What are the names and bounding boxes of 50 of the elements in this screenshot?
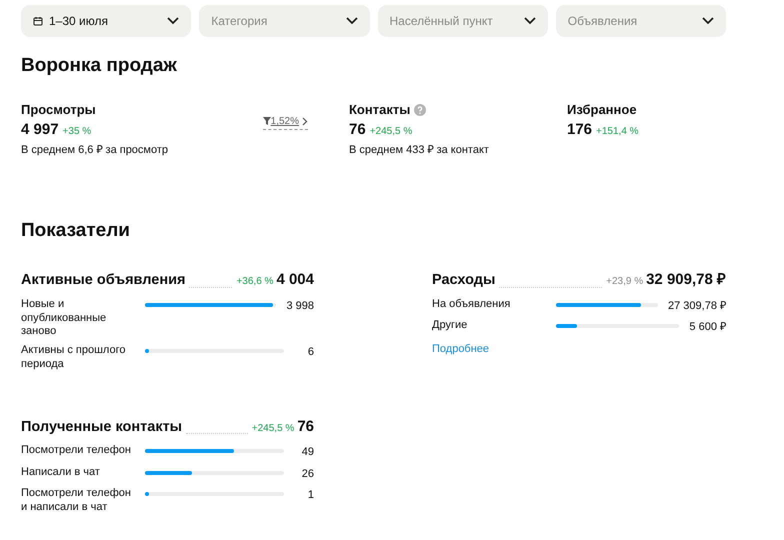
metric-label: Избранное (567, 100, 637, 119)
row-value: 1 (306, 488, 314, 504)
group-total: 32 909,78 ₽ (646, 270, 726, 290)
row-value: 5 600 ₽ (689, 320, 726, 336)
metric-value: 176 (567, 120, 592, 140)
row-value: 3 998 (286, 298, 314, 314)
row-value: 26 (300, 466, 314, 482)
filter-dropdown[interactable]: 1–30 июля (21, 5, 192, 37)
filter-dropdown[interactable]: Населённый пункт (378, 5, 548, 37)
row-label: Посмотрели телефон и написали в чат (21, 487, 132, 515)
group-title: Расходы (432, 271, 496, 290)
row-value: 49 (300, 445, 314, 460)
section-title: Воронка продаж (21, 55, 178, 78)
row-label: На объявления (432, 298, 512, 312)
row-label: Написали в чат (21, 466, 101, 480)
group-total: 76 (297, 416, 314, 437)
metric-note: В среднем 433 ₽ за контакт (349, 142, 489, 158)
change-percent: +245,5 % (252, 422, 294, 436)
chevron-down-icon (167, 17, 180, 25)
row-label: Другие (432, 319, 468, 334)
chevron-down-icon (346, 17, 358, 25)
group-title: Активные объявления (21, 271, 186, 290)
filter-dropdown[interactable]: Объявления (556, 5, 726, 37)
row-value: 6 (306, 345, 314, 360)
help-icon[interactable] (414, 104, 426, 116)
change-percent: +36,6 % (236, 275, 274, 290)
change-percent: +245,5 % (370, 125, 412, 140)
metric-value: 4 997 (21, 120, 59, 140)
details-link[interactable]: Подробнее (432, 342, 490, 355)
filter-icon (262, 117, 271, 126)
row-label: Активны с прошлого периода (21, 344, 126, 372)
metric-note: В среднем 6,6 ₽ за просмотр (21, 142, 168, 158)
group-total: 4 004 (276, 270, 314, 290)
chevron-right-icon (302, 116, 308, 126)
row-label: Посмотрели телефон (21, 444, 132, 458)
metric-label: Просмотры (21, 100, 96, 119)
filter-dropdown[interactable]: Категория (199, 5, 370, 37)
chevron-down-icon (524, 17, 536, 25)
change-percent: +35 % (62, 125, 92, 140)
section-title: Показатели (21, 220, 131, 244)
row-label: Новые и опубликованные заново (21, 298, 108, 340)
chevron-down-icon (702, 17, 714, 25)
metric-value: 76 (349, 120, 366, 140)
row-value: 27 309,78 ₽ (668, 298, 726, 314)
change-percent: +23,9 % (606, 275, 644, 290)
conversion-link[interactable]: 1,52% (262, 114, 308, 130)
group-title: Полученные контакты (21, 418, 182, 437)
metric-label: Контакты (349, 100, 410, 119)
change-percent: +151,4 % (596, 125, 639, 140)
calendar-icon (33, 16, 43, 26)
